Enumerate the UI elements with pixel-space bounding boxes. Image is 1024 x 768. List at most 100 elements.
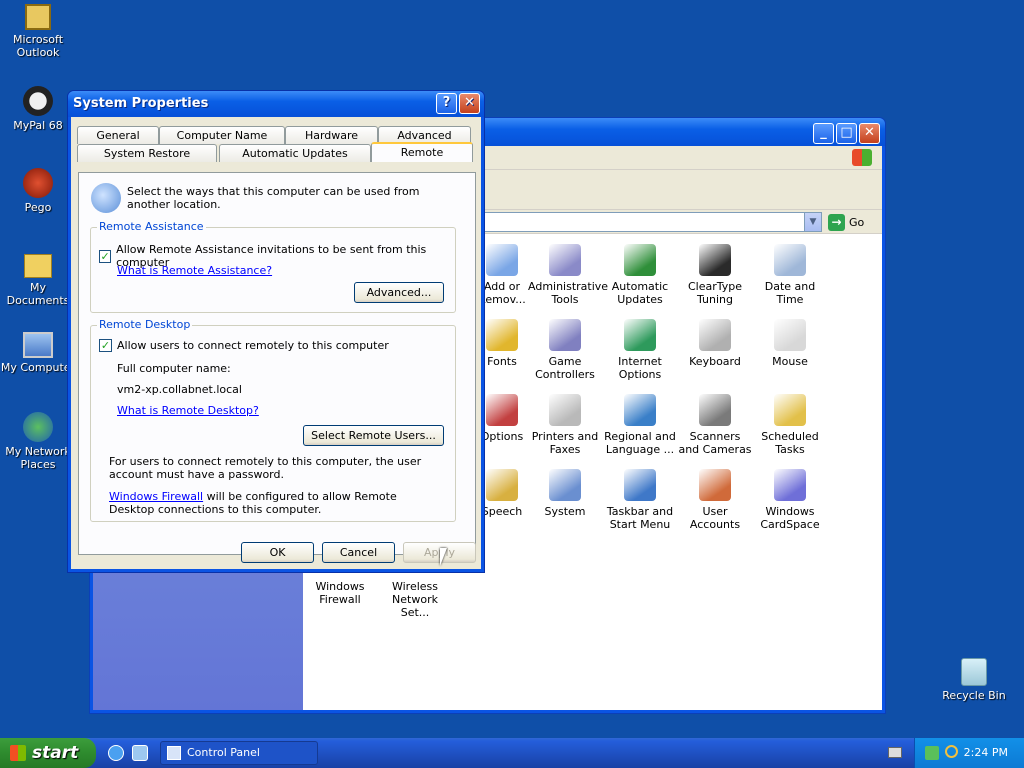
keyboard-layout-icon[interactable] <box>888 747 902 758</box>
keyboard-icon <box>699 319 731 351</box>
cp-item-label: User Accounts <box>689 505 741 531</box>
cp-item-game-controllers[interactable]: Game Controllers <box>528 319 602 381</box>
cp-item-user-accounts[interactable]: User Accounts <box>678 469 752 531</box>
cp-item-label: Add or Remov... <box>478 280 526 306</box>
tab-hardware[interactable]: Hardware <box>285 126 378 144</box>
tab-automatic-updates[interactable]: Automatic Updates <box>219 144 371 162</box>
cp-item-label: Scheduled Tasks <box>761 430 819 456</box>
my-documents-icon <box>24 254 52 278</box>
internet-explorer-icon[interactable] <box>108 745 124 761</box>
cardspace-icon <box>774 469 806 501</box>
cp-item-administrative-tools[interactable]: Administrative Tools <box>528 244 608 306</box>
cp-item-scheduled-tasks[interactable]: Scheduled Tasks <box>753 394 827 456</box>
remote-desktop-checkbox[interactable]: ✓ <box>99 339 112 352</box>
desktop-icon-mypal[interactable]: MyPal 68 <box>0 86 76 132</box>
chevron-down-icon[interactable]: ▼ <box>804 213 821 231</box>
cp-item-label: Windows CardSpace <box>760 505 820 531</box>
start-button[interactable]: start <box>0 738 96 768</box>
quick-launch-icon[interactable] <box>132 745 148 761</box>
desktop-icon-network-places[interactable]: My Network Places <box>0 412 76 471</box>
mypal-icon <box>23 86 53 116</box>
go-label: Go <box>849 215 865 229</box>
game-controllers-icon <box>549 319 581 351</box>
remote-assistance-group: Remote Assistance ✓ Allow Remote Assista… <box>90 220 456 313</box>
tab-system-restore[interactable]: System Restore <box>77 144 217 162</box>
network-places-icon <box>23 412 53 442</box>
start-label: start <box>32 743 79 763</box>
scheduled-tasks-icon <box>774 394 806 426</box>
computer-remote-icon <box>91 183 121 213</box>
desktop-icon-my-documents[interactable]: My Documents <box>0 250 76 307</box>
search-icon[interactable] <box>945 745 958 758</box>
cp-item-label: Mouse <box>772 355 808 368</box>
desktop-icon-my-computer[interactable]: My Computer <box>0 332 76 374</box>
network-tray-icon[interactable] <box>925 746 939 760</box>
cp-item-taskbar-and-start-menu[interactable]: Taskbar and Start Menu <box>603 469 677 531</box>
windows-firewall-link[interactable]: Windows Firewall <box>109 490 203 503</box>
windows-logo-icon <box>852 149 872 166</box>
cp-item-automatic-updates[interactable]: Automatic Updates <box>603 244 677 306</box>
dialog-close-button[interactable]: ✕ <box>459 93 480 114</box>
pego-icon <box>23 168 53 198</box>
go-button[interactable]: → Go <box>828 213 876 231</box>
control-panel-icon <box>167 746 181 760</box>
maximize-button[interactable]: □ <box>836 123 857 144</box>
cp-item-regional-and-language[interactable]: Regional and Language ... <box>603 394 677 456</box>
what-is-remote-assistance-link[interactable]: What is Remote Assistance? <box>117 264 272 277</box>
add-remove-programs-icon <box>486 244 518 276</box>
cp-item-label: Automatic Updates <box>611 280 669 306</box>
automatic-updates-icon <box>624 244 656 276</box>
remote-desktop-group: Remote Desktop ✓ Allow users to connect … <box>90 318 456 522</box>
mouse-icon <box>774 319 806 351</box>
dialog-title-bar[interactable]: System Properties ? ✕ <box>68 91 484 117</box>
cp-item-date-and-time[interactable]: Date and Time <box>753 244 827 306</box>
desktop-icon-outlook[interactable]: Microsoft Outlook <box>0 4 76 59</box>
intro-text: Select the ways that this computer can b… <box>127 185 420 211</box>
dialog-body: General Computer Name Hardware Advanced … <box>71 117 481 569</box>
cp-item-label: Fonts <box>487 355 517 368</box>
remote-assistance-checkbox[interactable]: ✓ <box>99 249 112 263</box>
tab-general[interactable]: General <box>77 126 159 144</box>
taskbar-task-control-panel[interactable]: Control Panel <box>160 741 318 765</box>
remote-desktop-checkbox-label: Allow users to connect remotely to this … <box>117 339 389 352</box>
cancel-button[interactable]: Cancel <box>322 542 395 563</box>
cp-item-keyboard[interactable]: Keyboard <box>678 319 752 368</box>
cp-item-scanners-and-cameras[interactable]: Scanners and Cameras <box>678 394 752 456</box>
desktop-icon-label: Pego <box>24 201 52 214</box>
cp-item-label: Windows Firewall <box>315 580 365 606</box>
cp-item-label: Wireless Network Set... <box>391 580 439 619</box>
tab-computer-name[interactable]: Computer Name <box>159 126 285 144</box>
close-button[interactable]: ✕ <box>859 123 880 144</box>
cp-item-mouse[interactable]: Mouse <box>753 319 827 368</box>
system-properties-dialog[interactable]: System Properties ? ✕ General Computer N… <box>67 90 485 573</box>
desktop-icon-recycle-bin[interactable]: Recycle Bin <box>936 658 1012 702</box>
help-button[interactable]: ? <box>436 93 457 114</box>
fonts-icon <box>486 319 518 351</box>
cp-item-label: Administrative Tools <box>528 280 609 306</box>
scanner-icon <box>699 394 731 426</box>
cp-item-system[interactable]: System <box>528 469 602 518</box>
remote-desktop-label: Remote Desktop <box>97 318 193 331</box>
date-and-time-icon <box>774 244 806 276</box>
what-is-remote-desktop-link[interactable]: What is Remote Desktop? <box>117 404 259 417</box>
minimize-button[interactable]: _ <box>813 123 834 144</box>
cp-item-windows-cardspace[interactable]: Windows CardSpace <box>753 469 827 531</box>
select-remote-users-button[interactable]: Select Remote Users... <box>303 425 444 446</box>
desktop-icon-label: My Documents <box>6 281 70 307</box>
cp-item-internet-options[interactable]: Internet Options <box>603 319 677 381</box>
system-tray: 2:24 PM <box>914 738 1024 768</box>
advanced-button[interactable]: Advanced... <box>354 282 444 303</box>
desktop-icon-label: Microsoft Outlook <box>12 33 64 59</box>
desktop-icon-pego[interactable]: Pego <box>0 168 76 214</box>
cp-item-printers-and-faxes[interactable]: Printers and Faxes <box>528 394 602 456</box>
speech-icon <box>486 469 518 501</box>
remote-desktop-checkbox-row[interactable]: ✓ Allow users to connect remotely to thi… <box>99 339 389 352</box>
cp-item-label: Speech <box>481 505 523 518</box>
clock[interactable]: 2:24 PM <box>964 746 1008 759</box>
tab-remote[interactable]: Remote <box>371 142 473 162</box>
ok-button[interactable]: OK <box>241 542 314 563</box>
desktop-icon-label: MyPal 68 <box>13 119 63 132</box>
printer-icon <box>549 394 581 426</box>
cp-item-cleartype-tuning[interactable]: ClearType Tuning <box>678 244 752 306</box>
cp-item-label: ClearType Tuning <box>687 280 743 306</box>
